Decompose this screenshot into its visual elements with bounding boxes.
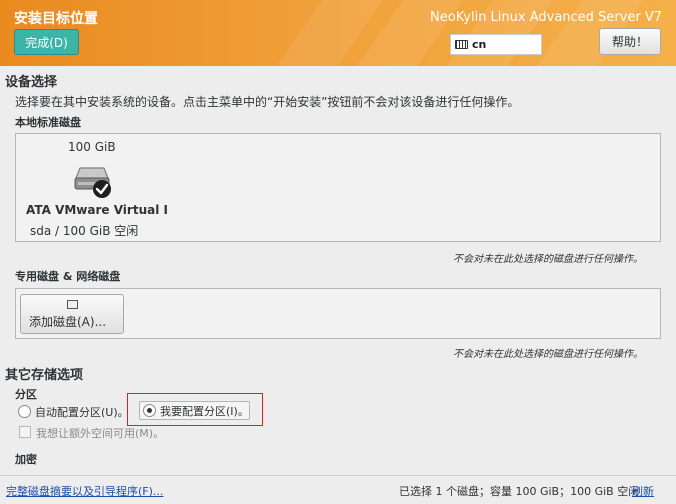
auto-partition-label[interactable]: 自动配置分区(U)。 — [35, 404, 129, 420]
disk-add-icon — [67, 300, 78, 309]
encryption-title: 加密 — [15, 453, 37, 466]
page-title: 安装目标位置 — [14, 11, 98, 27]
device-selection-description: 选择要在其中安装系统的设备。点击主菜单中的“开始安装”按钮前不会对该设备进行任何… — [15, 95, 520, 109]
keyboard-layout-indicator[interactable]: cn — [450, 34, 542, 55]
other-options-title: 其它存储选项 — [5, 368, 84, 383]
disk-size: 100 GiB — [68, 140, 116, 154]
product-name: NeoKylin Linux Advanced Server V7 — [430, 10, 662, 25]
local-disks-title: 本地标准磁盘 — [15, 116, 81, 129]
header-bar: 安装目标位置 完成(D) NeoKylin Linux Advanced Ser… — [0, 0, 676, 66]
extra-space-checkbox[interactable] — [19, 426, 31, 438]
disk-summary-link[interactable]: 完整磁盘摘要以及引导程序(F)... — [6, 483, 163, 499]
device-selection-title: 设备选择 — [5, 75, 58, 90]
local-disks-note: 不会对未在此处选择的磁盘进行任何操作。 — [453, 254, 643, 265]
special-disks-note: 不会对未在此处选择的磁盘进行任何操作。 — [453, 349, 643, 360]
auto-partition-radio[interactable] — [18, 405, 31, 418]
extra-space-label[interactable]: 我想让额外空间可用(M)。 — [36, 425, 164, 441]
manual-partition-label[interactable]: 我要配置分区(I)。 — [160, 403, 249, 419]
partition-title: 分区 — [15, 388, 37, 401]
special-disks-title: 专用磁盘 & 网络磁盘 — [15, 270, 121, 283]
add-disk-button[interactable]: 添加磁盘(A)... — [20, 294, 124, 334]
disk-free-space: sda / 100 GiB 空闲 — [30, 224, 139, 238]
footer-bar: 完整磁盘摘要以及引导程序(F)... 已选择 1 个磁盘；容量 100 GiB；… — [0, 475, 676, 504]
add-disk-label: 添加磁盘(A)... — [29, 315, 107, 329]
keyboard-layout-label: cn — [472, 38, 487, 51]
selection-status: 已选择 1 个磁盘；容量 100 GiB；100 GiB 空闲 — [399, 485, 640, 498]
disk-name: ATA VMware Virtual I — [26, 203, 168, 217]
help-button[interactable]: 帮助！ — [599, 28, 661, 55]
hard-disk-selected-icon[interactable] — [72, 164, 114, 200]
done-button[interactable]: 完成(D) — [14, 29, 79, 55]
refresh-link[interactable]: 刷新 — [632, 483, 654, 499]
keyboard-icon — [455, 40, 468, 49]
manual-partition-radio[interactable] — [143, 404, 156, 417]
